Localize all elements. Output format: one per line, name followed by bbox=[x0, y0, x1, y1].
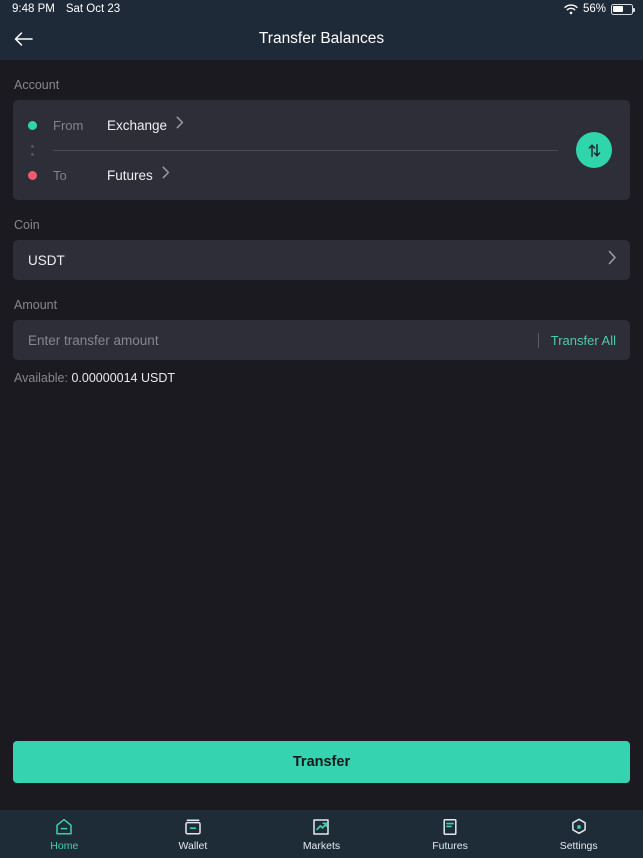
transfer-submit-button[interactable]: Transfer bbox=[13, 741, 630, 783]
status-bar: 9:48 PM Sat Oct 23 56% bbox=[0, 0, 643, 18]
amount-field-row: Transfer All bbox=[13, 320, 630, 360]
main-content: Account From Exchange To Futures Coin US… bbox=[0, 60, 643, 810]
account-connector bbox=[13, 137, 630, 163]
nav-label-futures: Futures bbox=[432, 839, 468, 852]
battery-fill bbox=[613, 5, 624, 13]
connector-dot bbox=[31, 152, 34, 156]
coin-selector-row[interactable]: USDT bbox=[13, 240, 630, 280]
nav-item-markets[interactable]: Markets bbox=[257, 810, 386, 858]
wifi-icon bbox=[564, 3, 578, 14]
account-section-label: Account bbox=[14, 78, 60, 92]
swap-accounts-button[interactable] bbox=[576, 132, 612, 168]
nav-label-markets: Markets bbox=[302, 839, 341, 852]
available-value: 0.00000014 USDT bbox=[71, 371, 176, 385]
connector-dots bbox=[28, 144, 37, 156]
connector-dot bbox=[31, 144, 34, 148]
status-date: Sat Oct 23 bbox=[65, 3, 121, 15]
nav-item-futures[interactable]: Futures bbox=[386, 810, 515, 858]
nav-item-wallet[interactable]: Wallet bbox=[129, 810, 258, 858]
coin-section-label: Coin bbox=[14, 218, 40, 232]
swap-vertical-icon bbox=[588, 143, 600, 157]
app-screen: 9:48 PM Sat Oct 23 56% Transfer Balances… bbox=[0, 0, 643, 858]
status-bar-left: 9:48 PM Sat Oct 23 bbox=[12, 3, 120, 15]
from-label: From bbox=[53, 117, 84, 133]
status-time: 9:48 PM bbox=[12, 3, 55, 15]
amount-divider bbox=[537, 332, 539, 348]
amount-section-label: Amount bbox=[14, 298, 58, 312]
chevron-right-icon bbox=[162, 166, 170, 184]
coin-value: USDT bbox=[28, 252, 65, 268]
to-status-dot bbox=[28, 170, 37, 180]
chevron-right-icon bbox=[608, 250, 617, 270]
to-label: To bbox=[53, 167, 67, 183]
arrow-left-icon bbox=[14, 32, 33, 46]
page-title: Transfer Balances bbox=[258, 30, 385, 47]
markets-chart-icon bbox=[313, 818, 330, 835]
nav-label-wallet: Wallet bbox=[178, 839, 208, 852]
transfer-all-button[interactable]: Transfer All bbox=[551, 333, 616, 348]
battery-percent: 56% bbox=[582, 3, 606, 15]
settings-hexagon-icon bbox=[571, 818, 586, 834]
battery-icon bbox=[611, 3, 636, 15]
bottom-navigation: Home Wallet Markets Futures Settings bbox=[0, 810, 643, 858]
nav-label-home: Home bbox=[50, 839, 79, 852]
wallet-icon bbox=[185, 818, 201, 835]
back-button[interactable] bbox=[0, 18, 46, 60]
nav-item-settings[interactable]: Settings bbox=[514, 810, 643, 858]
nav-label-settings: Settings bbox=[559, 839, 598, 852]
to-account-row[interactable]: To Futures bbox=[13, 163, 630, 187]
to-value: Futures bbox=[107, 167, 153, 183]
futures-document-icon bbox=[443, 818, 457, 835]
available-balance: Available: 0.00000014 USDT bbox=[14, 371, 630, 385]
account-card: From Exchange To Futures bbox=[13, 100, 630, 200]
home-icon bbox=[56, 818, 73, 834]
status-bar-right: 56% bbox=[564, 3, 636, 15]
chevron-right-icon bbox=[176, 116, 184, 134]
nav-item-home[interactable]: Home bbox=[0, 810, 129, 858]
from-value: Exchange bbox=[107, 117, 168, 133]
available-label: Available: bbox=[14, 371, 68, 385]
page-header: Transfer Balances bbox=[0, 18, 643, 60]
amount-input[interactable] bbox=[28, 332, 538, 348]
from-account-row[interactable]: From Exchange bbox=[13, 113, 630, 137]
account-divider bbox=[53, 149, 558, 151]
from-status-dot bbox=[28, 120, 37, 130]
